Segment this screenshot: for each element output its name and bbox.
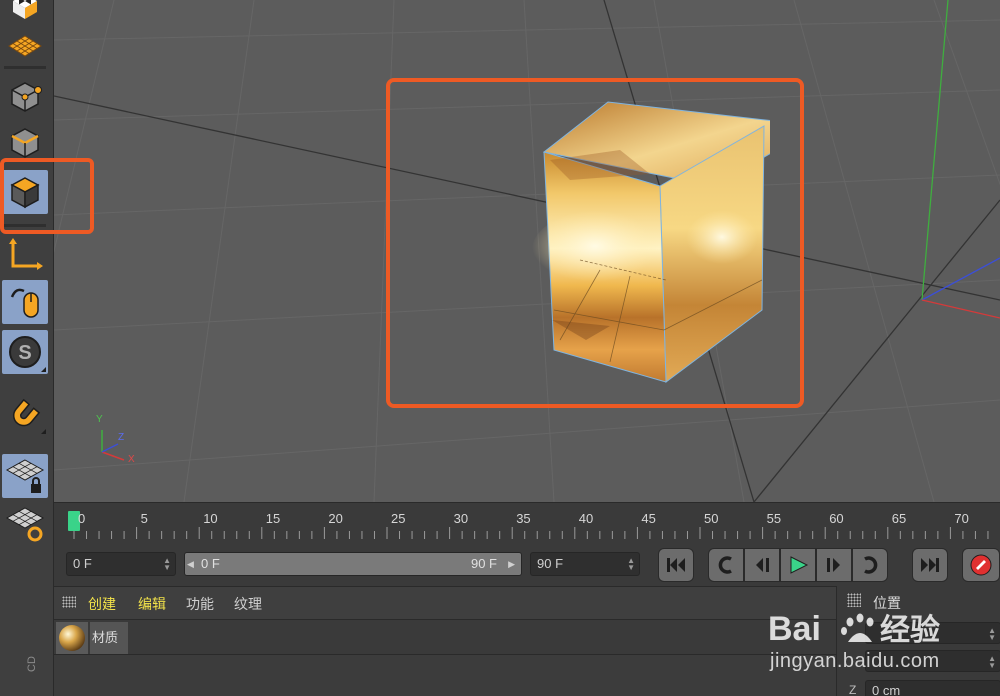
range-left-arrow[interactable]: ◀ [187,553,194,575]
highlight-box-cube [386,78,804,408]
timeline-tick-label: 70 [954,511,969,526]
previous-frame-button[interactable] [744,548,780,582]
axis-mode-icon[interactable] [2,232,48,276]
position-y-field[interactable]: ▲ ▼ [865,650,1000,672]
timeline-tick-label: 45 [641,511,656,526]
material-name[interactable]: 材质 [90,622,128,654]
grid-plane-icon[interactable] [2,24,48,68]
transport-bar: 0 F ▲ ▼ ◀ 0 F 90 F ▶ 90 F ▲ ▼ [54,542,1000,586]
panel-grip-icon[interactable] [62,596,76,608]
range-right-arrow[interactable]: ▶ [508,553,515,575]
axis-label-z: Z [118,432,125,443]
position-z-value: 0 cm [872,683,901,696]
workplane-rotate-icon[interactable] [2,502,48,546]
svg-text:S: S [18,342,31,364]
material-menu-bar: 创建 编辑 功能 纹理 [54,587,836,619]
axis-label-x: X [128,454,135,465]
menu-texture[interactable]: 纹理 [234,594,262,614]
cinema4d-window: Y Z X S CD 0 5 10 15 20 25 30 35 40 45 5… [0,0,1000,696]
timeline-tick-label: 65 [891,511,907,526]
highlight-box-model-tool [0,158,94,234]
stepper-arrows[interactable]: ▲ ▼ [627,557,635,572]
left-footer-label: CD [26,656,38,672]
material-shelf: 材质 [54,619,836,655]
next-frame-button[interactable] [816,548,852,582]
material-manager: 创建 编辑 功能 纹理 材质 [54,586,836,696]
timeline-tick-label: 0 [78,511,86,526]
panel-grip-icon[interactable] [847,593,861,607]
timeline-ruler[interactable]: 0 5 10 15 20 25 30 35 40 45 50 55 60 65 70 [54,502,1000,542]
snap-icon[interactable] [2,392,48,436]
submenu-indicator [41,367,46,372]
go-to-start-button[interactable] [658,548,694,582]
axis-label-y: Y [96,414,103,425]
position-title: 位置 [873,595,901,611]
timeline-tick-label: 15 [265,511,281,526]
workplane-lock-icon[interactable] [2,454,48,498]
points-mode-icon[interactable] [2,74,48,118]
timeline-tick-label: 20 [328,511,343,526]
coordinates-panel: 位置 ▲ ▼ ▲ ▼ Z 0 cm [836,586,1000,696]
menu-function[interactable]: 功能 [186,594,214,614]
menu-create[interactable]: 创建 [88,594,116,614]
timeline-tick-label: 35 [516,511,531,526]
timeline-tick-label: 5 [140,511,148,526]
current-frame-field[interactable]: 0 F ▲ ▼ [66,552,176,576]
timeline-tick-label: 25 [391,511,406,526]
position-x-field[interactable]: ▲ ▼ [865,622,1000,644]
tweak-mode-icon[interactable] [2,280,48,324]
menu-edit[interactable]: 编辑 [138,594,166,614]
previous-key-button[interactable] [708,548,744,582]
preview-range-slider[interactable]: ◀ 0 F 90 F ▶ [184,552,522,576]
timeline-tick-label: 60 [829,511,844,526]
end-frame-value: 90 F [537,556,564,571]
play-forward-button[interactable] [780,548,816,582]
stepper-arrows[interactable]: ▲ ▼ [163,557,171,572]
current-frame-value: 0 F [73,556,92,571]
timeline-tick-label: 30 [453,511,469,526]
solo-icon[interactable]: S [2,330,48,374]
range-start-value: 0 F [201,556,220,571]
timeline-tick-label: 40 [578,511,594,526]
position-z-field[interactable]: 0 cm [865,680,1000,696]
position-z-label: Z [849,683,857,696]
end-frame-field[interactable]: 90 F ▲ ▼ [530,552,640,576]
left-tool-palette: S CD [0,0,54,696]
range-end-value: 90 F [470,556,497,571]
timeline-tick-label: 10 [203,511,218,526]
toolbar-separator [4,66,46,69]
go-to-end-button[interactable] [912,548,948,582]
material-thumbnail[interactable] [56,622,88,654]
next-key-button[interactable] [852,548,888,582]
record-button[interactable] [962,548,1000,582]
timeline-tick-label: 50 [704,511,719,526]
timeline-tick-label: 55 [766,511,782,526]
submenu-indicator [41,429,46,434]
